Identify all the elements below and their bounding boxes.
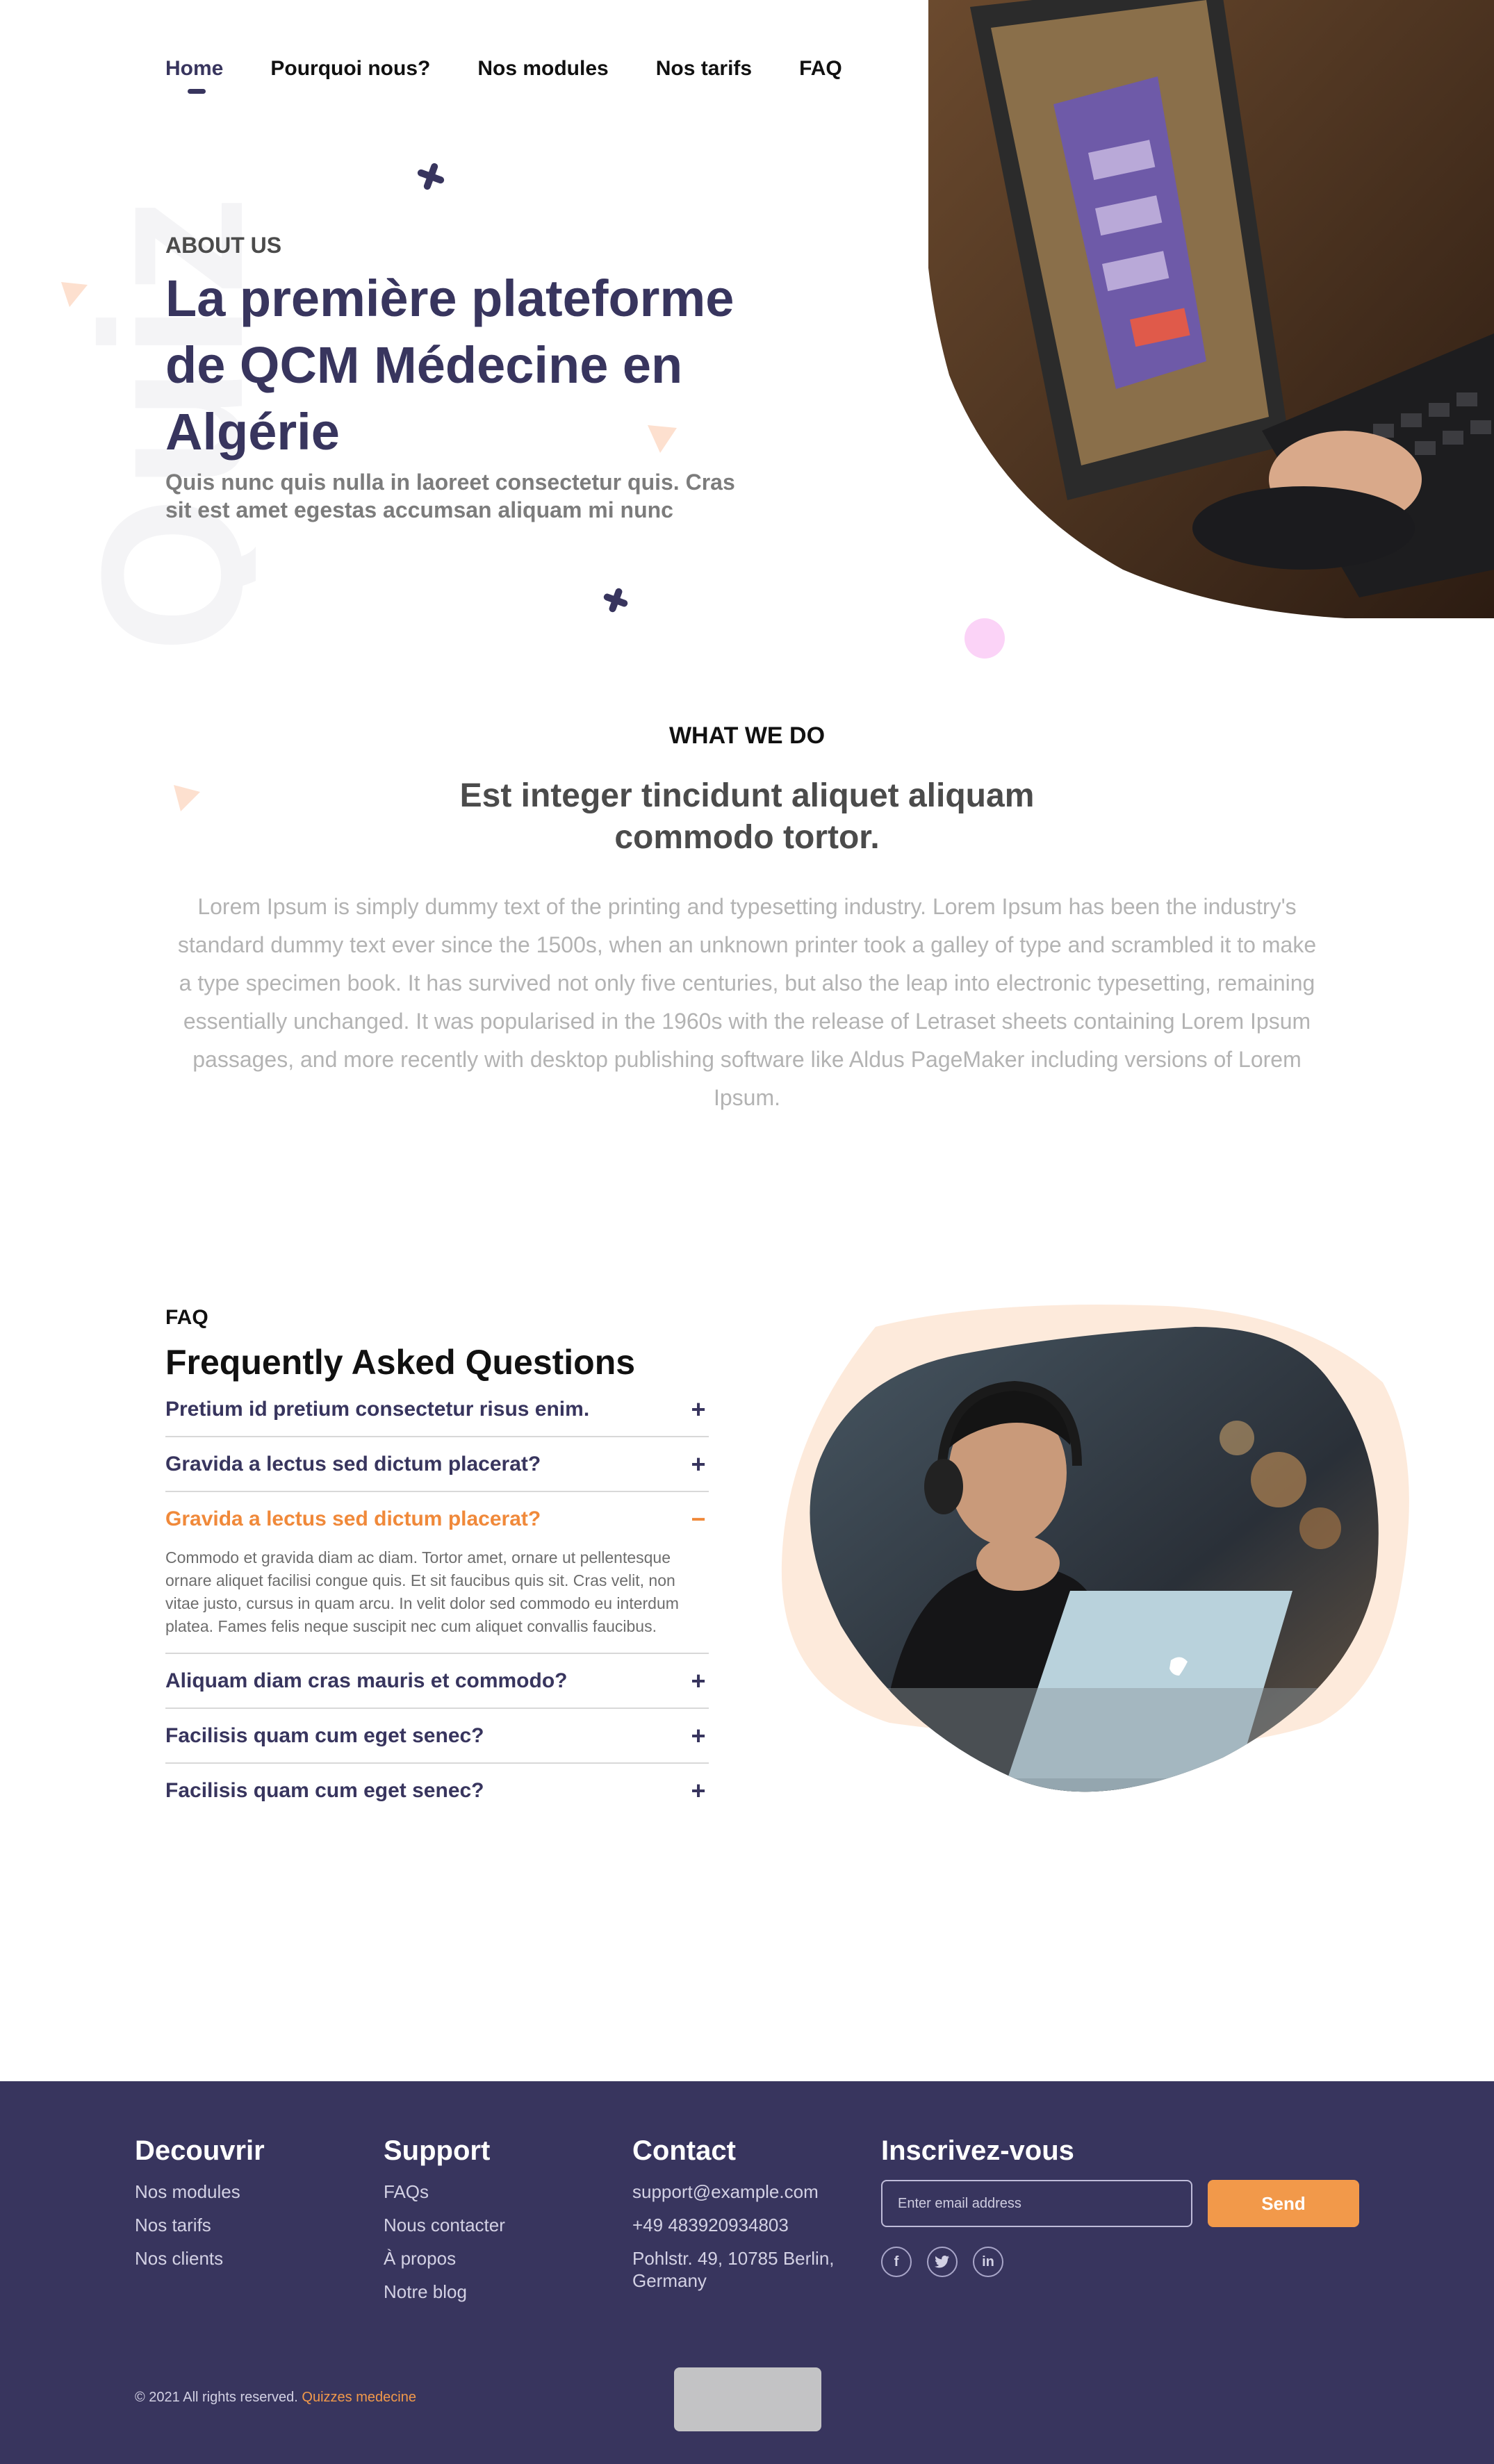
footer-newsletter-column: Inscrivez-vous xyxy=(881,2135,1074,2175)
footer-link-nos-clients[interactable]: Nos clients xyxy=(135,2242,265,2275)
what-we-do-eyebrow: WHAT WE DO xyxy=(668,722,826,749)
what-we-do-body: Lorem Ipsum is simply dummy text of the … xyxy=(177,894,1317,1110)
minus-icon[interactable]: − xyxy=(688,1507,709,1532)
newsletter-send-button[interactable]: Send xyxy=(1208,2180,1359,2227)
faq-answer: Commodo et gravida diam ac diam. Tortor … xyxy=(165,1548,679,1635)
nav-faq[interactable]: FAQ xyxy=(799,57,842,81)
hero-eyebrow: ABOUT US xyxy=(165,233,282,258)
plus-icon[interactable]: + xyxy=(688,1778,709,1803)
faq-question-row[interactable]: Pretium id pretium consectetur risus eni… xyxy=(165,1397,709,1422)
nav-nos-modules[interactable]: Nos modules xyxy=(477,57,608,81)
footer-contact-title: Contact xyxy=(632,2135,736,2166)
faq-item[interactable]: Gravida a lectus sed dictum placerat? + xyxy=(165,1437,709,1492)
faq-title: Frequently Asked Questions xyxy=(165,1343,636,1382)
hero-subtitle: Quis nunc quis nulla in laoreet consecte… xyxy=(165,470,735,522)
facebook-icon[interactable]: f xyxy=(881,2247,912,2277)
cross-decoration-icon xyxy=(603,588,628,613)
faq-eyebrow: FAQ xyxy=(165,1306,208,1329)
footer-discover-column: Decouvrir Nos modules Nos tarifs Nos cli… xyxy=(135,2135,265,2275)
plus-icon[interactable]: + xyxy=(688,1452,709,1477)
contact-email-link[interactable]: support@example.com xyxy=(632,2175,862,2208)
faq-question: Gravida a lectus sed dictum placerat? xyxy=(165,1507,541,1530)
faq-question: Facilisis quam cum eget senec? xyxy=(165,1779,484,1802)
faq-illustration xyxy=(778,1299,1411,1799)
nav-pourquoi-nous[interactable]: Pourquoi nous? xyxy=(270,57,430,81)
footer-link-notre-blog[interactable]: Notre blog xyxy=(384,2275,505,2308)
footer-contact-column: Contact support@example.com +49 48392093… xyxy=(632,2135,862,2292)
copyright-text: © 2021 All rights reserved. xyxy=(135,2390,298,2405)
footer-newsletter-title: Inscrivez-vous xyxy=(881,2135,1074,2166)
newsletter-email-input[interactable] xyxy=(881,2180,1192,2227)
footer-link-faqs[interactable]: FAQs xyxy=(384,2175,505,2208)
hero-laptop-image xyxy=(928,0,1494,618)
hero-photo-graphic xyxy=(928,0,1494,618)
faq-question-row[interactable]: Gravida a lectus sed dictum placerat? − xyxy=(165,1507,709,1532)
triangle-decoration-icon xyxy=(648,425,677,453)
contact-address: Pohlstr. 49, 10785 Berlin, Germany xyxy=(632,2248,835,2291)
plus-icon[interactable]: + xyxy=(688,1723,709,1748)
faq-question: Pretium id pretium consectetur risus eni… xyxy=(165,1398,590,1421)
linkedin-icon[interactable]: in xyxy=(973,2247,1003,2277)
footer-link-a-propos[interactable]: À propos xyxy=(384,2242,505,2275)
footer-discover-title: Decouvrir xyxy=(135,2135,265,2166)
faq-question: Facilisis quam cum eget senec? xyxy=(165,1724,484,1747)
footer-link-nous-contacter[interactable]: Nous contacter xyxy=(384,2208,505,2242)
faq-question-row[interactable]: Facilisis quam cum eget senec? + xyxy=(165,1723,709,1748)
footer-support-title: Support xyxy=(384,2135,491,2166)
cross-decoration-icon xyxy=(417,163,445,190)
faq-question-row[interactable]: Gravida a lectus sed dictum placerat? + xyxy=(165,1452,709,1477)
faq-question-row[interactable]: Facilisis quam cum eget senec? + xyxy=(165,1778,709,1803)
faq-question: Aliquam diam cras mauris et commodo? xyxy=(165,1669,568,1692)
footer-link-nos-tarifs[interactable]: Nos tarifs xyxy=(135,2208,265,2242)
triangle-decoration-icon xyxy=(61,282,88,307)
faq-item[interactable]: Aliquam diam cras mauris et commodo? + xyxy=(165,1654,709,1709)
pink-dot-decoration xyxy=(964,618,1005,659)
faq-item-expanded[interactable]: Gravida a lectus sed dictum placerat? − … xyxy=(165,1492,709,1654)
triangle-decoration-icon xyxy=(174,785,200,811)
faq-item[interactable]: Pretium id pretium consectetur risus eni… xyxy=(165,1382,709,1437)
image-placeholder xyxy=(674,2367,821,2431)
faq-accordion: Pretium id pretium consectetur risus eni… xyxy=(165,1382,709,1817)
copyright: © 2021 All rights reserved. Quizzes mede… xyxy=(135,2390,416,2406)
brand-link[interactable]: Quizzes medecine xyxy=(302,2390,416,2405)
footer-support-column: Support FAQs Nous contacter À propos Not… xyxy=(384,2135,505,2308)
faq-item[interactable]: Facilisis quam cum eget senec? + xyxy=(165,1764,709,1817)
faq-photo-graphic xyxy=(781,1305,1409,1792)
site-footer: Decouvrir Nos modules Nos tarifs Nos cli… xyxy=(0,2081,1494,2464)
plus-icon[interactable]: + xyxy=(688,1669,709,1694)
contact-phone-link[interactable]: +49 483920934803 xyxy=(632,2208,862,2242)
twitter-bird-glyph xyxy=(935,2256,949,2268)
plus-icon[interactable]: + xyxy=(688,1397,709,1422)
faq-item[interactable]: Facilisis quam cum eget senec? + xyxy=(165,1709,709,1764)
nav-home[interactable]: Home xyxy=(165,57,223,94)
what-we-do-title: Est integer tincidunt aliquet aliquam co… xyxy=(459,777,1035,856)
footer-link-nos-modules[interactable]: Nos modules xyxy=(135,2175,265,2208)
main-nav: Home Pourquoi nous? Nos modules Nos tari… xyxy=(165,57,842,94)
nav-nos-tarifs[interactable]: Nos tarifs xyxy=(656,57,752,81)
faq-question: Gravida a lectus sed dictum placerat? xyxy=(165,1453,541,1475)
twitter-icon[interactable] xyxy=(927,2247,958,2277)
faq-question-row[interactable]: Aliquam diam cras mauris et commodo? + xyxy=(165,1669,709,1694)
social-links: f in xyxy=(881,2247,1003,2277)
